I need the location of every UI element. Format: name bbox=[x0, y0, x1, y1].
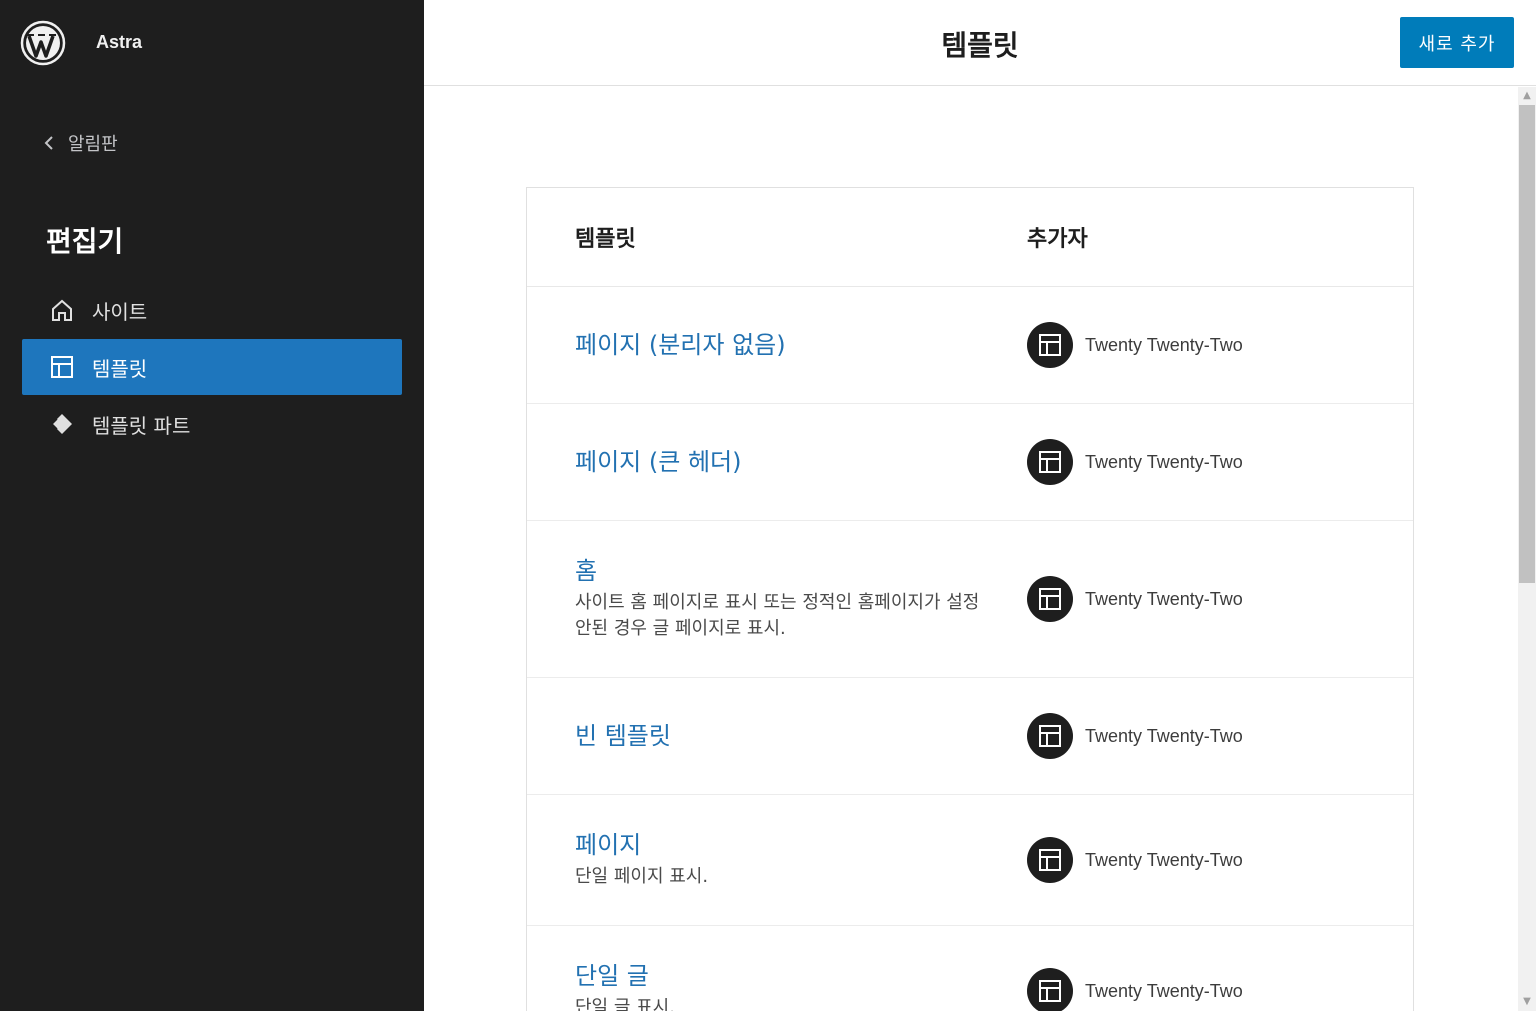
main-content[interactable]: 템플릿 추가자 페이지 (분리자 없음) Twenty Twenty-Two 페… bbox=[424, 87, 1518, 1011]
page-title: 템플릿 bbox=[941, 29, 1019, 62]
template-cell: 페이지 (큰 헤더) bbox=[527, 447, 1027, 477]
added-by-cell: Twenty Twenty-Two bbox=[1027, 837, 1243, 883]
scroll-up-arrow-icon[interactable]: ▲ bbox=[1518, 87, 1536, 105]
table-row: 페이지 (분리자 없음) Twenty Twenty-Two bbox=[527, 287, 1413, 404]
sidebar-item-templates[interactable]: 템플릿 bbox=[22, 339, 402, 395]
added-by-cell: Twenty Twenty-Two bbox=[1027, 713, 1243, 759]
theme-layout-icon bbox=[1027, 439, 1073, 485]
template-title-link[interactable]: 단일 글 bbox=[575, 961, 1027, 991]
template-description: 단일 글 표시. bbox=[575, 996, 675, 1011]
added-by-cell: Twenty Twenty-Two bbox=[1027, 439, 1243, 485]
back-label: 알림판 bbox=[68, 134, 118, 155]
template-description: 사이트 홈 페이지로 표시 또는 정적인 홈페이지가 설정 안된 경우 글 페이… bbox=[575, 591, 980, 639]
template-cell: 페이지 (분리자 없음) bbox=[527, 330, 1027, 360]
template-title-link[interactable]: 페이지 (분리자 없음) bbox=[575, 330, 1027, 360]
theme-layout-icon bbox=[1027, 576, 1073, 622]
theme-name: Twenty Twenty-Two bbox=[1085, 849, 1243, 870]
theme-layout-icon bbox=[1027, 968, 1073, 1011]
theme-name: Twenty Twenty-Two bbox=[1085, 725, 1243, 746]
wordpress-logo-icon[interactable] bbox=[20, 20, 66, 66]
sidebar-item-label: 템플릿 파트 bbox=[92, 413, 191, 438]
table-row: 홈 사이트 홈 페이지로 표시 또는 정적인 홈페이지가 설정 안된 경우 글 … bbox=[527, 521, 1413, 678]
diamond-icon bbox=[50, 414, 72, 434]
template-title-link[interactable]: 홈 bbox=[575, 556, 1027, 586]
theme-layout-icon bbox=[1027, 713, 1073, 759]
sidebar-nav: 사이트 템플릿 템플릿 파트 bbox=[22, 282, 402, 453]
added-by-cell: Twenty Twenty-Two bbox=[1027, 968, 1243, 1011]
site-name: Astra bbox=[96, 32, 143, 52]
table-row: 페이지 (큰 헤더) Twenty Twenty-Two bbox=[527, 404, 1413, 521]
template-description: 단일 페이지 표시. bbox=[575, 865, 709, 887]
layout-icon bbox=[51, 356, 73, 378]
template-cell: 페이지 단일 페이지 표시. bbox=[527, 830, 1027, 890]
scrollbar-thumb[interactable] bbox=[1519, 105, 1535, 583]
template-cell: 홈 사이트 홈 페이지로 표시 또는 정적인 홈페이지가 설정 안된 경우 글 … bbox=[527, 556, 1027, 642]
template-title-link[interactable]: 페이지 (큰 헤더) bbox=[575, 447, 1027, 477]
sidebar-item-label: 템플릿 bbox=[92, 356, 148, 381]
column-header-template: 템플릿 bbox=[575, 227, 636, 252]
table-row: 단일 글 단일 글 표시. Twenty Twenty-Two bbox=[527, 926, 1413, 1011]
theme-layout-icon bbox=[1027, 322, 1073, 368]
theme-layout-icon bbox=[1027, 837, 1073, 883]
page-header: 템플릿 새로 추가 bbox=[424, 0, 1536, 86]
back-to-dashboard-link[interactable]: 알림판 bbox=[40, 130, 118, 156]
added-by-cell: Twenty Twenty-Two bbox=[1027, 322, 1243, 368]
theme-name: Twenty Twenty-Two bbox=[1085, 451, 1243, 472]
theme-name: Twenty Twenty-Two bbox=[1085, 588, 1243, 609]
template-cell: 단일 글 단일 글 표시. bbox=[527, 961, 1027, 1011]
editor-title: 편집기 bbox=[46, 225, 124, 258]
sidebar-item-label: 사이트 bbox=[92, 299, 148, 324]
scroll-down-arrow-icon[interactable]: ▼ bbox=[1518, 993, 1536, 1011]
add-new-button[interactable]: 새로 추가 bbox=[1400, 17, 1514, 68]
sidebar: Astra 알림판 편집기 사이트 템플릿 템플릿 파트 bbox=[0, 0, 424, 1011]
vertical-scrollbar[interactable]: ▲ ▼ bbox=[1518, 87, 1536, 1011]
template-title-link[interactable]: 빈 템플릿 bbox=[575, 721, 1027, 751]
table-header: 템플릿 추가자 bbox=[527, 188, 1413, 287]
template-cell: 빈 템플릿 bbox=[527, 721, 1027, 751]
home-icon bbox=[52, 299, 72, 321]
theme-name: Twenty Twenty-Two bbox=[1085, 980, 1243, 1001]
column-header-added-by: 추가자 bbox=[1027, 227, 1088, 252]
table-row: 빈 템플릿 Twenty Twenty-Two bbox=[527, 678, 1413, 795]
sidebar-item-template-parts[interactable]: 템플릿 파트 bbox=[22, 396, 402, 452]
sidebar-item-site[interactable]: 사이트 bbox=[22, 282, 402, 338]
added-by-cell: Twenty Twenty-Two bbox=[1027, 576, 1243, 622]
table-row: 페이지 단일 페이지 표시. Twenty Twenty-Two bbox=[527, 795, 1413, 926]
chevron-left-icon bbox=[44, 136, 53, 150]
templates-table: 템플릿 추가자 페이지 (분리자 없음) Twenty Twenty-Two 페… bbox=[526, 187, 1414, 1011]
template-title-link[interactable]: 페이지 bbox=[575, 830, 1027, 860]
theme-name: Twenty Twenty-Two bbox=[1085, 334, 1243, 355]
